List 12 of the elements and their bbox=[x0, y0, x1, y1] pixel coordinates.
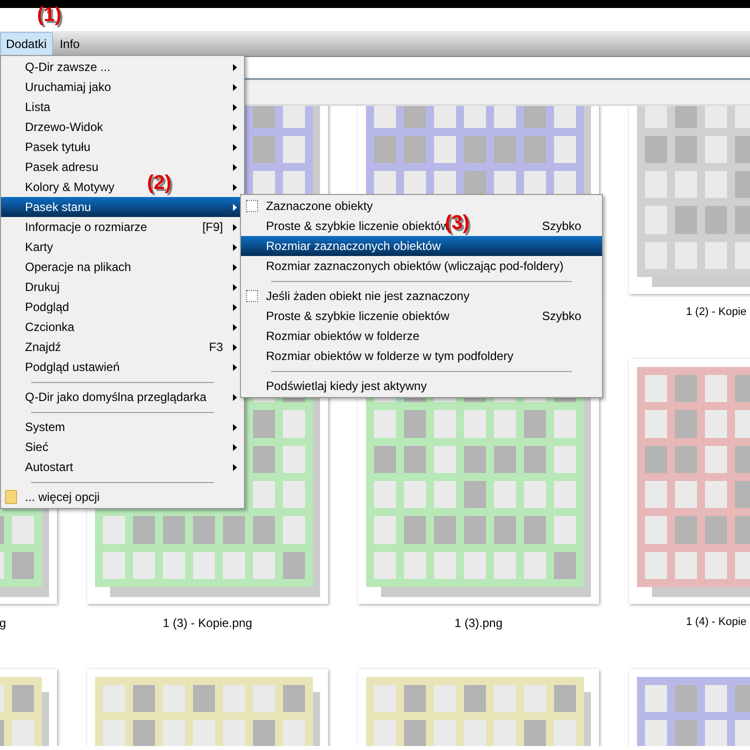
shortcut-label: [F9] bbox=[202, 219, 223, 236]
step-number-label: (2) bbox=[147, 173, 172, 193]
shortcut-label: F3 bbox=[208, 339, 223, 356]
file-name: g bbox=[0, 615, 6, 632]
file-name: 1 (3).png bbox=[454, 615, 503, 632]
step-number-label: (1) bbox=[37, 5, 62, 25]
file-name: 1 (3) - Kopie.png bbox=[162, 615, 252, 632]
file-name: 1 (4) - Kopie bbox=[686, 615, 747, 630]
value-label: Szybko bbox=[542, 218, 582, 235]
step-number-label: (3) bbox=[445, 213, 470, 233]
file-name: 1 (2) - Kopie bbox=[686, 305, 747, 320]
value-label: Szybko bbox=[542, 308, 582, 325]
